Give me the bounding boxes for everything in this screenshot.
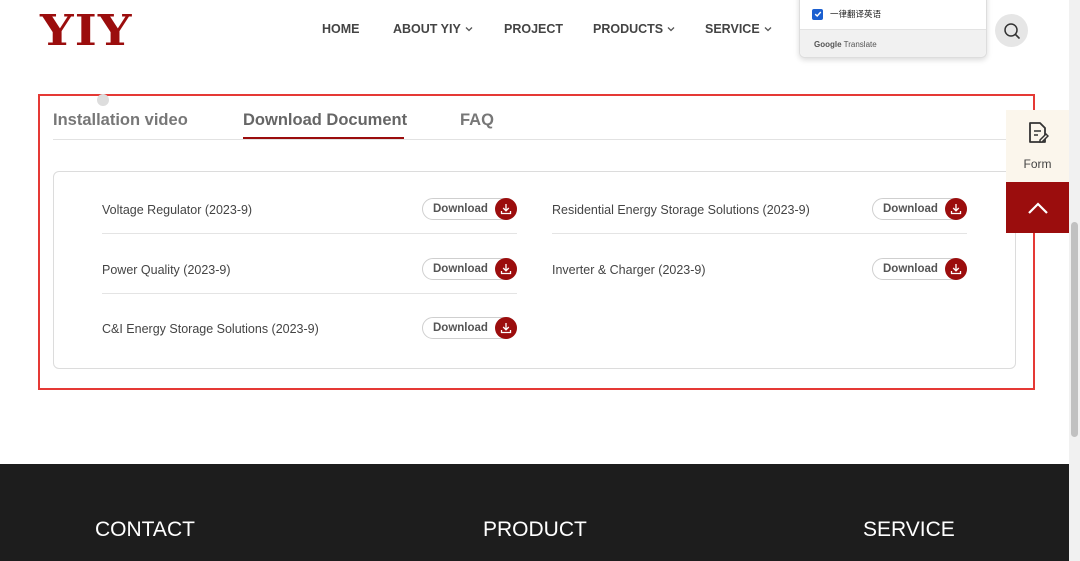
search-icon	[1003, 22, 1020, 39]
nav-about[interactable]: ABOUT YIY	[393, 22, 473, 36]
nav-products[interactable]: PRODUCTS	[593, 22, 675, 36]
active-tab-indicator	[243, 137, 404, 139]
form-float-button[interactable]: Form	[1006, 110, 1069, 182]
document-title: Voltage Regulator (2023-9)	[102, 203, 253, 217]
chevron-down-icon	[465, 27, 473, 32]
download-icon	[495, 198, 517, 220]
download-button[interactable]: Download	[872, 258, 967, 280]
download-button-label: Download	[433, 263, 488, 275]
document-panel: Voltage Regulator (2023-9) Download Resi…	[53, 171, 1016, 369]
nav-home[interactable]: HOME	[322, 22, 360, 36]
download-button[interactable]: Download	[422, 317, 517, 339]
chevron-down-icon	[667, 27, 675, 32]
footer-product-heading: PRODUCT	[483, 518, 587, 541]
nav-service[interactable]: SERVICE	[705, 22, 772, 36]
document-title: Residential Energy Storage Solutions (20…	[552, 203, 810, 217]
translate-always-option[interactable]: 一律翻译英语	[812, 8, 881, 20]
tab-download-document[interactable]: Download Document	[243, 111, 407, 130]
nav-home-label: HOME	[322, 22, 360, 36]
tab-bar: Installation video Download Document FAQ	[53, 108, 1016, 140]
document-edit-icon	[1029, 122, 1049, 143]
document-item: Residential Energy Storage Solutions (20…	[552, 175, 967, 234]
download-button-label: Download	[883, 203, 938, 215]
document-title: Inverter & Charger (2023-9)	[552, 263, 706, 277]
download-button-label: Download	[433, 322, 488, 334]
form-label: Form	[1023, 157, 1052, 171]
nav-project-label: PROJECT	[504, 22, 564, 36]
download-button-label: Download	[883, 263, 938, 275]
document-item: Inverter & Charger (2023-9) Download	[552, 235, 967, 294]
footer-contact-heading: CONTACT	[95, 518, 195, 541]
chevron-down-icon	[764, 27, 772, 32]
translate-brand: Google	[814, 40, 842, 49]
download-icon	[495, 258, 517, 280]
download-icon	[945, 258, 967, 280]
google-translate-popup: 一律翻译英语 Google Translate	[799, 0, 987, 58]
document-item: Voltage Regulator (2023-9) Download	[102, 175, 517, 234]
download-button[interactable]: Download	[872, 198, 967, 220]
back-to-top-button[interactable]	[1006, 182, 1069, 233]
document-item: C&I Energy Storage Solutions (2023-9) Do…	[102, 294, 517, 353]
site-logo[interactable]: YIY	[40, 10, 133, 52]
document-title: C&I Energy Storage Solutions (2023-9)	[102, 322, 319, 336]
scrollbar-thumb[interactable]	[1071, 222, 1078, 437]
download-button[interactable]: Download	[422, 258, 517, 280]
download-button[interactable]: Download	[422, 198, 517, 220]
nav-products-label: PRODUCTS	[593, 22, 664, 36]
page-scrollbar[interactable]	[1069, 0, 1080, 561]
document-title: Power Quality (2023-9)	[102, 263, 231, 277]
nav-service-label: SERVICE	[705, 22, 760, 36]
tab-installation-video[interactable]: Installation video	[53, 111, 188, 130]
download-icon	[495, 317, 517, 339]
tab-faq[interactable]: FAQ	[460, 111, 494, 130]
page: YIY HOME ABOUT YIY PROJECT PRODUCTS SERV…	[0, 0, 1080, 561]
translate-footer: Google Translate	[800, 29, 986, 57]
nav-about-label: ABOUT YIY	[393, 22, 461, 36]
chevron-up-icon	[1027, 201, 1048, 214]
checkbox-checked-icon[interactable]	[812, 8, 823, 20]
search-button[interactable]	[995, 14, 1028, 47]
document-item: Power Quality (2023-9) Download	[102, 235, 517, 294]
footer-service-heading: SERVICE	[863, 518, 955, 541]
download-icon	[945, 198, 967, 220]
nav-project[interactable]: PROJECT	[504, 22, 563, 36]
translate-footer-text: Translate	[843, 40, 877, 49]
site-footer: CONTACT PRODUCT SERVICE	[0, 464, 1069, 561]
location-icon	[97, 94, 109, 106]
translate-option-label: 一律翻译英语	[830, 9, 882, 19]
download-button-label: Download	[433, 203, 488, 215]
